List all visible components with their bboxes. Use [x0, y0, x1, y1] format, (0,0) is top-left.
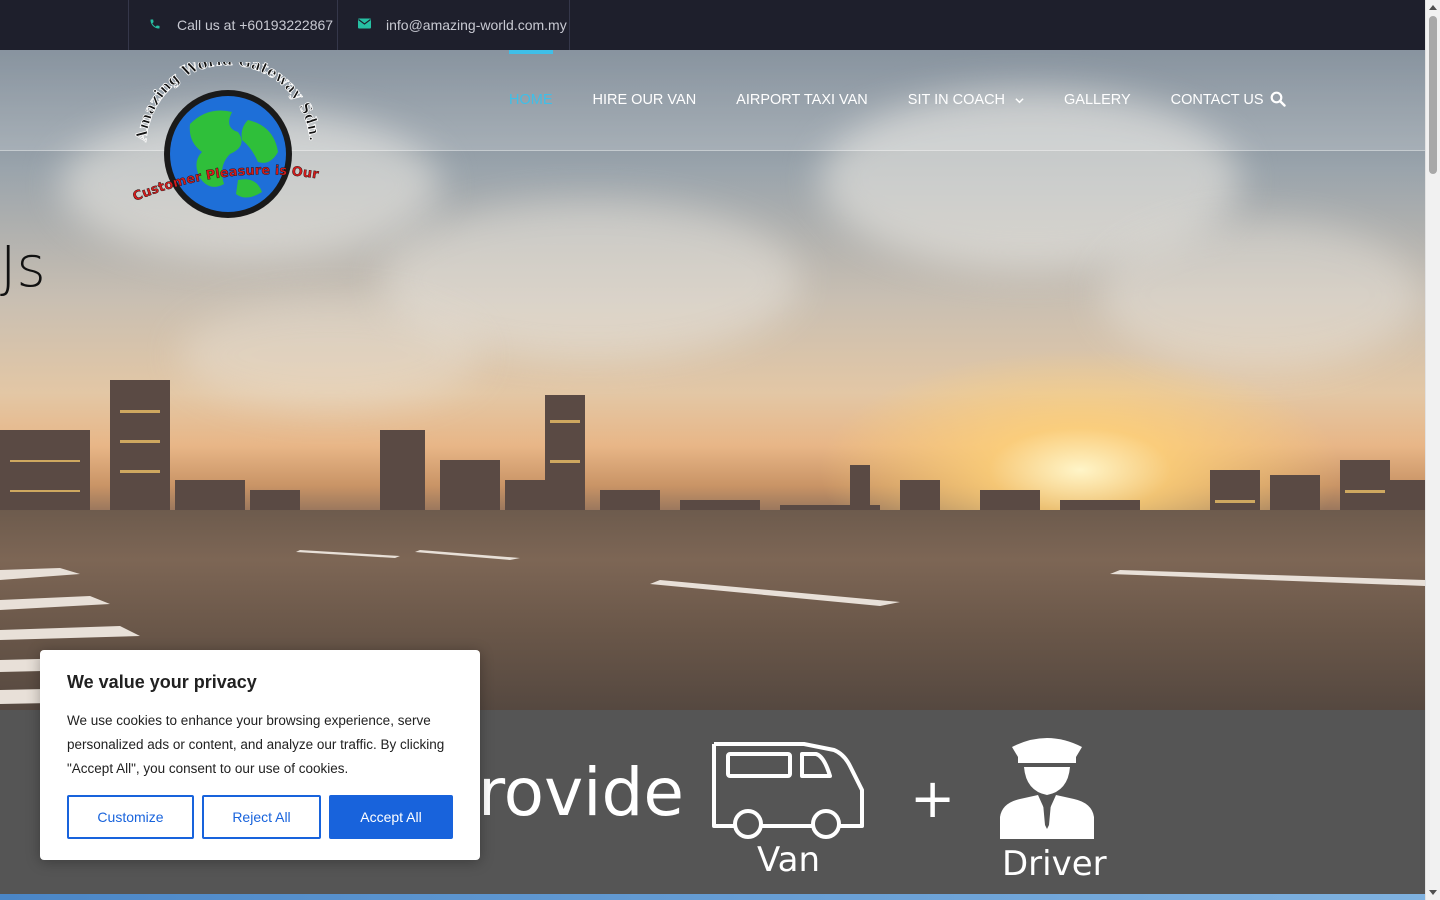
envelope-icon — [358, 18, 372, 32]
cloud — [1100, 220, 1420, 370]
van-icon — [710, 738, 866, 842]
cookie-consent-dialog: We value your privacy We use cookies to … — [40, 650, 480, 860]
hero-heading-partial: Js — [0, 235, 46, 300]
phone-text: Call us at +60193222867 — [177, 17, 334, 33]
cookie-actions: Customize Reject All Accept All — [67, 795, 461, 839]
scroll-down-arrow-icon[interactable] — [1429, 890, 1437, 895]
cookie-body: We use cookies to enhance your browsing … — [67, 713, 445, 776]
email-contact[interactable]: info@amazing-world.com.my — [337, 0, 570, 50]
scrollbar-thumb[interactable] — [1429, 16, 1437, 174]
nav-item-hire-our-van[interactable]: HIRE OUR VAN — [593, 50, 697, 150]
reject-all-button[interactable]: Reject All — [202, 795, 321, 839]
customize-button[interactable]: Customize — [67, 795, 194, 839]
scroll-up-arrow-icon[interactable] — [1429, 5, 1437, 10]
email-text: info@amazing-world.com.my — [386, 17, 567, 33]
phone-icon — [149, 18, 163, 32]
driver-icon — [998, 733, 1096, 839]
provide-heading: rovide — [478, 754, 684, 831]
nav-item-contact-us[interactable]: CONTACT US — [1171, 50, 1264, 150]
top-bar: Call us at +60193222867 info@amazing-wor… — [0, 0, 1425, 50]
accept-all-button[interactable]: Accept All — [329, 795, 453, 839]
driver-label: Driver — [1002, 844, 1107, 884]
page-scrollbar[interactable] — [1425, 0, 1440, 900]
search-icon[interactable] — [1270, 91, 1286, 107]
nav-item-gallery[interactable]: GALLERY — [1064, 50, 1131, 150]
chevron-down-icon — [1015, 96, 1024, 105]
site-logo[interactable]: Amazing World Gateway Sdn. Bhd. Customer… — [121, 48, 328, 227]
van-label: Van — [757, 840, 821, 880]
phone-contact[interactable]: Call us at +60193222867 — [128, 0, 338, 50]
nav-item-sit-in-coach[interactable]: SIT IN COACH — [908, 50, 1024, 150]
next-section-edge — [0, 894, 1425, 900]
nav-item-airport-taxi-van[interactable]: AIRPORT TAXI VAN — [736, 50, 868, 150]
plus-sign: + — [910, 767, 956, 830]
cookie-title: We value your privacy — [67, 672, 257, 692]
main-navigation: HOME HIRE OUR VAN AIRPORT TAXI VAN SIT I… — [509, 50, 1304, 150]
nav-item-home[interactable]: HOME — [509, 50, 553, 150]
